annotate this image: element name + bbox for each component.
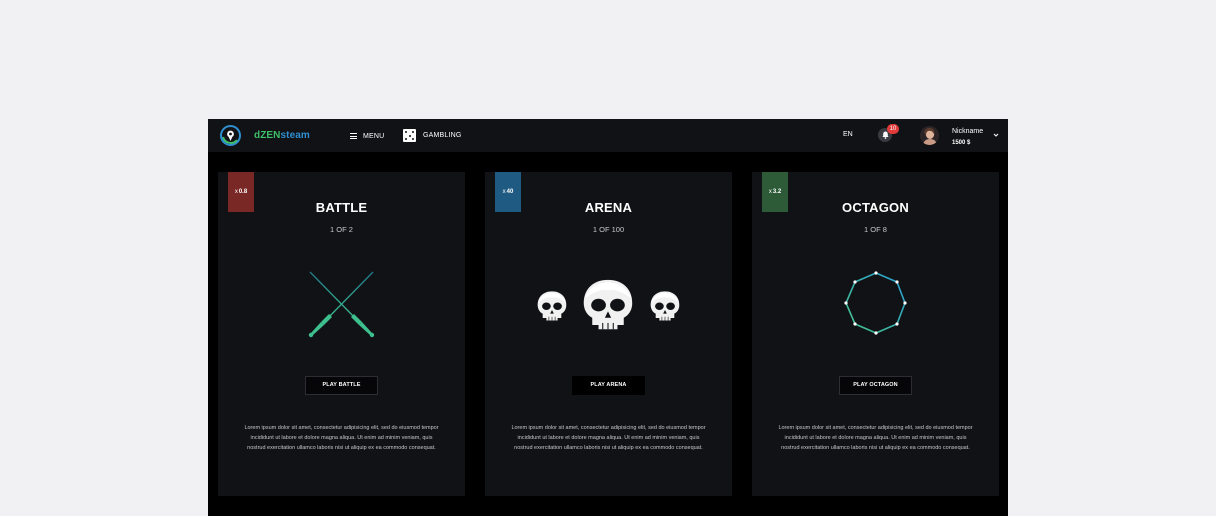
card-title: OCTAGON [842,200,909,215]
skulls-icon [537,279,680,330]
brand-name-part2: steam [280,130,310,141]
avatar[interactable] [920,126,939,145]
top-navigation-bar: dZENsteam MENU GAMBLING EN 10 Nickname 1… [208,119,1008,152]
multiplier-value: 40 [506,189,514,195]
user-avatar-icon [920,126,939,145]
dice-icon [403,129,416,142]
card-subtitle: 1 OF 100 [592,225,625,234]
multiplier-value: 3.2 [772,189,782,195]
multiplier-value: 0.8 [238,189,248,195]
language-selector[interactable]: EN [843,131,853,138]
gambling-button[interactable]: GAMBLING [403,128,462,143]
multiplier-prefix: x [502,189,506,195]
chevron-down-icon[interactable] [992,131,1000,139]
game-card-battle: x 0.8 BATTLE 1 OF 2 PLAY BATTLE Lorem ip… [218,172,465,496]
game-card-arena: x 40 ARENA 1 OF 100 PLAY ARENA Lorem ipsu… [485,172,732,496]
game-card-octagon: x 3.2 OCTAGON 1 OF 8 PLAY OCTAGON Lorem i… [752,172,999,496]
card-description: Lorem ipsum dolor sit amet, consectetur … [244,425,439,451]
hamburger-icon [350,133,357,139]
octagon-icon [844,271,907,335]
menu-button[interactable]: MENU [350,130,384,142]
play-battle-button[interactable]: PLAY BATTLE [305,376,378,395]
card-description: Lorem ipsum dolor sit amet, consectetur … [511,425,706,451]
card-title: ARENA [584,200,633,215]
notification-count-badge: 10 [887,124,899,134]
menu-label: MENU [363,132,385,140]
user-nickname[interactable]: Nickname [952,128,983,135]
card-subtitle: 1 OF 2 [330,225,353,234]
brand-name[interactable]: dZENsteam [254,130,310,141]
card-subtitle: 1 OF 8 [864,225,887,234]
gambling-label: GAMBLING [423,132,462,139]
crossed-swords-icon [308,271,375,338]
multiplier-prefix: x [234,189,238,195]
card-description: Lorem ipsum dolor sit amet, consectetur … [778,425,973,451]
play-octagon-button[interactable]: PLAY OCTAGON [839,376,912,395]
play-arena-button[interactable]: PLAY ARENA [572,376,645,395]
user-balance: 1500 $ [952,140,971,146]
brand-name-part1: dZEN [254,130,281,141]
logo-icon[interactable] [220,125,241,146]
multiplier-prefix: x [768,189,772,195]
app-window: dZENsteam MENU GAMBLING EN 10 Nickname 1… [208,119,1008,516]
card-title: BATTLE [315,200,368,215]
